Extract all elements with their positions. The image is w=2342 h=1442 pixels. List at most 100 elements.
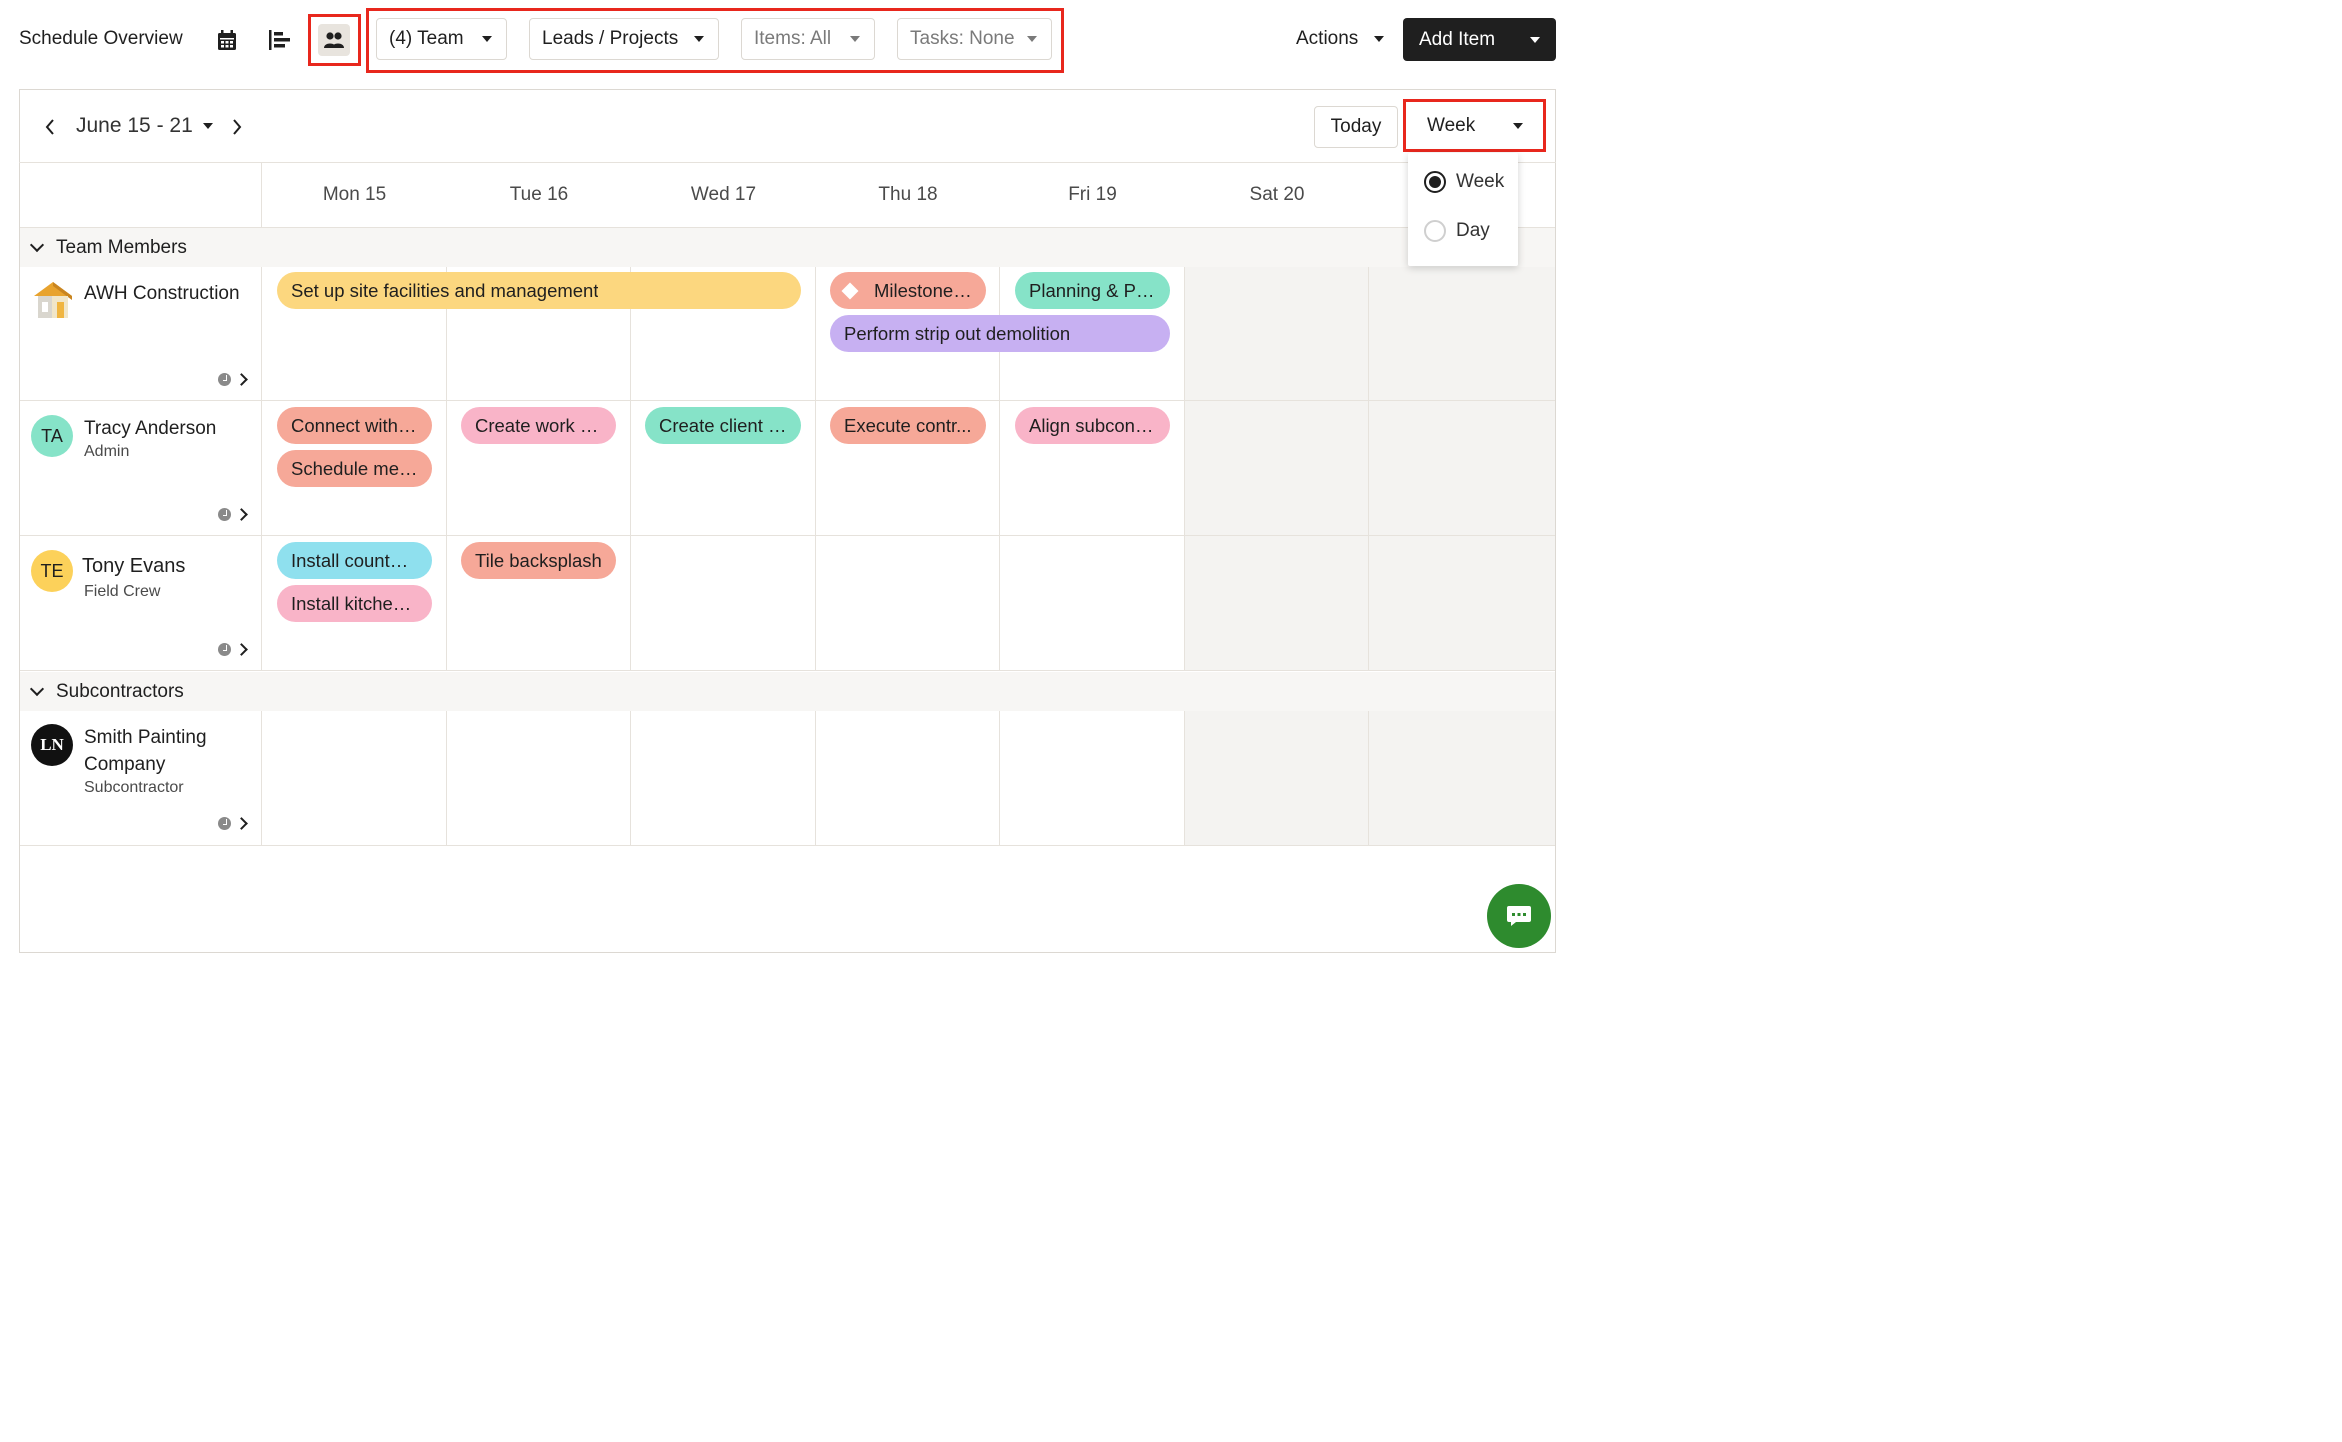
- gantt-icon: [269, 30, 290, 50]
- resource-name-line2[interactable]: Company: [84, 751, 165, 778]
- chevron-right-icon: [235, 643, 248, 656]
- event-label: Create work s...: [475, 414, 602, 436]
- add-item-button[interactable]: Add Item: [1403, 18, 1556, 61]
- avatar: TA: [31, 415, 73, 457]
- chevron-down-icon: [1374, 36, 1384, 42]
- chevron-left-icon: [45, 119, 54, 135]
- chevron-right-icon: [235, 817, 248, 830]
- resource-name[interactable]: Tony Evans: [82, 553, 185, 580]
- avatar: [30, 278, 76, 325]
- grid-line: [20, 845, 1555, 846]
- day-header-mon: Mon 15: [322, 184, 387, 205]
- event-pill[interactable]: Planning & Per...: [1015, 272, 1170, 309]
- weekend-shade: [1185, 266, 1555, 670]
- resource-name[interactable]: Smith Painting: [84, 724, 207, 751]
- chevron-down-icon: [29, 237, 45, 253]
- event-label: Install counter...: [291, 549, 418, 571]
- group-team-members[interactable]: Team Members: [20, 228, 1555, 267]
- event-label: Planning & Per...: [1029, 279, 1156, 301]
- chevron-right-icon: [233, 119, 242, 135]
- resource-name[interactable]: Tracy Anderson: [84, 415, 216, 442]
- row-controls[interactable]: [218, 643, 248, 656]
- grid-line: [630, 711, 631, 845]
- event-label: Execute contr...: [844, 414, 972, 436]
- date-range-label: June 15 - 21: [76, 114, 193, 137]
- row-controls[interactable]: [218, 508, 248, 521]
- event-pill[interactable]: Schedule mee...: [277, 450, 432, 487]
- grid-line: [630, 266, 631, 670]
- radio-selected-icon: [1424, 171, 1446, 193]
- grid-line: [261, 266, 262, 670]
- view-option-label: Day: [1456, 220, 1490, 241]
- event-label: Tile backsplash: [475, 549, 602, 571]
- chat-button[interactable]: [1487, 884, 1551, 948]
- event-pill[interactable]: Perform strip out demolition: [830, 315, 1170, 352]
- event-pill[interactable]: Create client p...: [645, 407, 801, 444]
- tasks-filter-dropdown[interactable]: Tasks: None: [897, 18, 1052, 60]
- avatar-initials: TE: [40, 560, 64, 581]
- team-icon: [324, 32, 344, 48]
- event-pill[interactable]: Tile backsplash: [461, 542, 616, 579]
- day-header-thu: Thu 18: [878, 184, 938, 205]
- grid-line: [20, 400, 1555, 401]
- day-header-sat: Sat 20: [1249, 184, 1305, 205]
- day-header-wed: Wed 17: [690, 184, 757, 205]
- leads-projects-dropdown[interactable]: Leads / Projects: [529, 18, 719, 60]
- grid-line: [261, 163, 262, 227]
- group-subcontractors[interactable]: Subcontractors: [20, 672, 1555, 711]
- event-label: Install kitchen ...: [291, 592, 418, 614]
- view-select-dropdown[interactable]: Week: [1409, 104, 1541, 148]
- chevron-down-icon: [694, 36, 704, 42]
- view-option-label: Week: [1456, 171, 1505, 192]
- clock-icon: [218, 508, 231, 521]
- event-label: Create client p...: [659, 414, 787, 436]
- grid-line: [999, 711, 1000, 845]
- milestone-pill[interactable]: Milestone: ...: [830, 272, 986, 309]
- gantt-view-button[interactable]: [264, 24, 296, 56]
- items-filter-dropdown[interactable]: Items: All: [741, 18, 875, 60]
- event-pill[interactable]: Connect with ...: [277, 407, 432, 444]
- page-title: Schedule Overview: [19, 28, 183, 49]
- event-pill[interactable]: Install counter...: [277, 542, 432, 579]
- prev-week-button[interactable]: [40, 116, 60, 138]
- resource-role: Subcontractor: [84, 779, 184, 796]
- avatar-initials: LN: [40, 735, 64, 754]
- event-label: Schedule mee...: [291, 457, 418, 479]
- calendar-view-button[interactable]: [211, 24, 243, 56]
- radio-empty-icon: [1424, 220, 1446, 242]
- items-filter-label: Items: All: [754, 28, 832, 49]
- resource-name[interactable]: AWH Construction: [84, 280, 240, 307]
- row-controls[interactable]: [218, 817, 248, 830]
- chevron-down-icon: [1530, 36, 1540, 43]
- grid-line: [1368, 266, 1369, 670]
- clock-icon: [218, 817, 231, 830]
- date-range-picker[interactable]: June 15 - 21: [76, 114, 213, 138]
- event-pill[interactable]: Align subcontr...: [1015, 407, 1170, 444]
- team-filter-dropdown[interactable]: (4) Team: [376, 18, 507, 60]
- today-button[interactable]: Today: [1314, 106, 1398, 148]
- grid-line: [20, 670, 1555, 671]
- chevron-down-icon: [1027, 36, 1037, 42]
- milestone-diamond-icon: [841, 282, 859, 299]
- group-label: Subcontractors: [56, 680, 184, 702]
- grid-line: [446, 711, 447, 845]
- row-controls[interactable]: [218, 373, 248, 386]
- calendar-icon: [218, 30, 236, 50]
- event-label: Align subcontr...: [1029, 414, 1156, 436]
- actions-button[interactable]: Actions: [1288, 18, 1392, 60]
- event-pill[interactable]: Execute contr...: [830, 407, 986, 444]
- next-week-button[interactable]: [227, 116, 247, 138]
- weekend-shade: [1185, 711, 1555, 845]
- view-option-day[interactable]: Day: [1424, 220, 1490, 242]
- event-pill[interactable]: Create work s...: [461, 407, 616, 444]
- grid-line: [815, 266, 816, 670]
- event-pill[interactable]: Install kitchen ...: [277, 585, 432, 622]
- grid-line: [20, 535, 1555, 536]
- grid-line: [1184, 266, 1185, 670]
- view-option-week[interactable]: Week: [1424, 171, 1504, 193]
- event-pill[interactable]: Set up site facilities and management: [277, 272, 801, 309]
- day-header-fri: Fri 19: [1068, 184, 1117, 205]
- team-view-button[interactable]: [318, 24, 350, 56]
- grid-line: [261, 711, 262, 845]
- event-label: Set up site facilities and management: [291, 279, 599, 301]
